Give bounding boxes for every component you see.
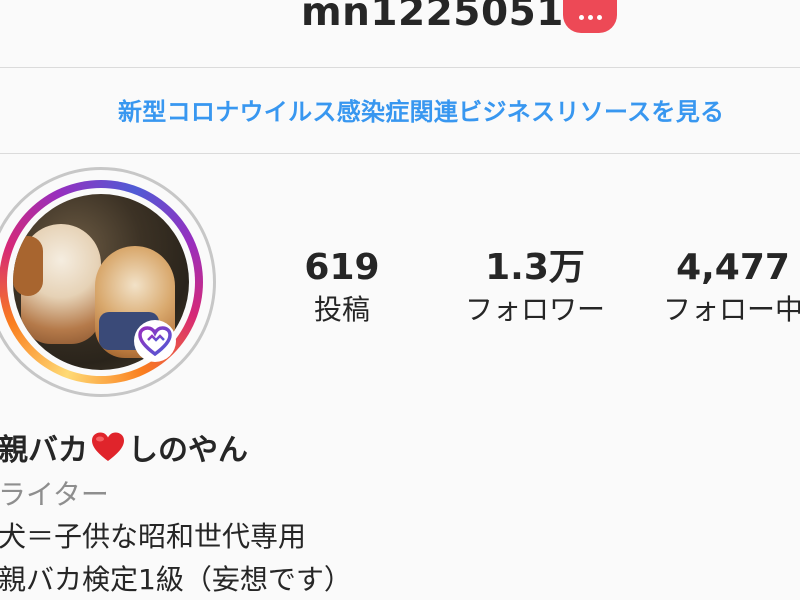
ellipsis-dot xyxy=(596,15,602,20)
red-heart-icon xyxy=(90,431,126,463)
covid-resource-link[interactable]: 新型コロナウイルス感染症関連ビジネスリソースを見る xyxy=(118,92,724,127)
followers-count: 1.3万 xyxy=(485,247,585,288)
posts-count: 619 xyxy=(304,247,380,288)
display-name-part1: 親バカ xyxy=(0,433,88,468)
avatar[interactable] xyxy=(0,167,216,397)
bio-text-line: 親バカ検定1級（妄想です） xyxy=(0,563,352,596)
followers-label: フォロワー xyxy=(464,293,605,326)
posts-label: 投稿 xyxy=(313,293,370,326)
following-stat[interactable]: 4,477 フォロー中 xyxy=(648,250,800,324)
more-options-button[interactable] xyxy=(563,0,617,33)
followers-stat[interactable]: 1.3万 フォロワー xyxy=(450,250,620,324)
following-label: フォロー中 xyxy=(662,293,800,326)
ellipsis-dot xyxy=(587,15,593,20)
display-name-part2: しのやん xyxy=(128,433,248,468)
profile-header: mn12250519 xyxy=(0,0,800,68)
username: mn12250519 xyxy=(301,0,592,35)
dog-ear xyxy=(13,236,43,296)
posts-stat[interactable]: 619 投稿 xyxy=(292,250,392,324)
bio-text-line: 犬＝子供な昭和世代専用 xyxy=(0,520,307,553)
following-count: 4,477 xyxy=(676,247,790,288)
story-ring xyxy=(0,180,203,384)
ellipsis-icon xyxy=(578,15,584,20)
profile-category: ライター xyxy=(0,478,109,511)
profile-page: mn12250519 新型コロナウイルス感染症関連ビジネスリソースを見る 619… xyxy=(0,0,800,600)
display-name: 親バカ しのやん xyxy=(0,425,248,469)
heart-icon xyxy=(134,320,176,362)
covid-resource-banner: 新型コロナウイルス感染症関連ビジネスリソースを見る xyxy=(0,68,800,154)
